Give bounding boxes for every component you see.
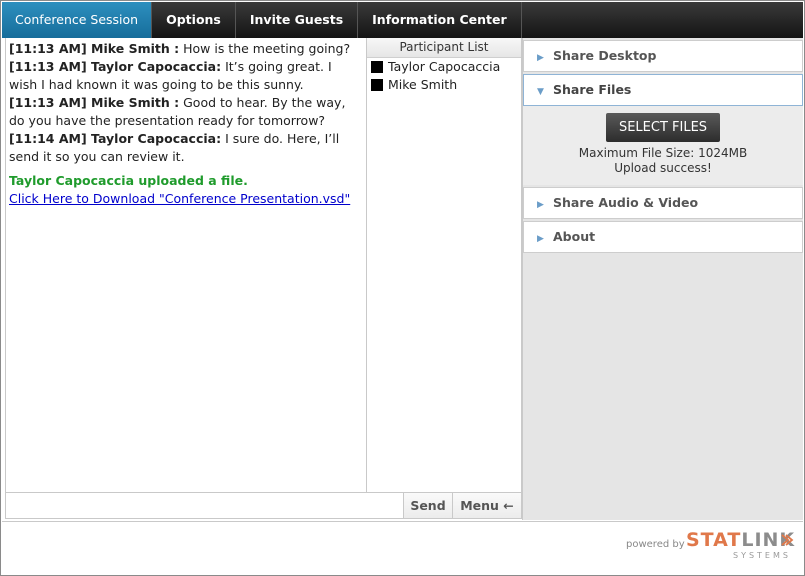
message-text: How is the meeting going? <box>183 41 351 56</box>
message-author: Mike Smith : <box>91 41 180 56</box>
share-files-header[interactable]: ▼ Share Files <box>523 74 803 106</box>
caret-down-icon: ▼ <box>537 87 544 97</box>
share-audio-video-label: Share Audio & Video <box>553 195 699 210</box>
participant-item[interactable]: Taylor Capocaccia <box>367 58 521 76</box>
about-label: About <box>553 229 596 244</box>
participant-item[interactable]: Mike Smith <box>367 76 521 94</box>
message-time: [11:13 AM] <box>9 95 87 110</box>
tab-information-center[interactable]: Information Center <box>358 2 522 38</box>
select-files-button[interactable]: SELECT FILES <box>605 113 721 142</box>
chat-log: [11:13 AM] Mike Smith : How is the meeti… <box>5 38 367 492</box>
message-time: [11:13 AM] <box>9 59 87 74</box>
caret-right-icon: ▶ <box>537 53 544 63</box>
message-time: [11:13 AM] <box>9 41 87 56</box>
message-time: [11:14 AM] <box>9 131 87 146</box>
share-files-panel: SELECT FILES Maximum File Size: 1024MB U… <box>523 106 803 185</box>
statlink-logo: STATLINK <box>686 529 796 551</box>
menu-button[interactable]: Menu ← <box>452 493 521 518</box>
upload-notice: Taylor Capocaccia uploaded a file. <box>9 173 248 188</box>
share-desktop-header[interactable]: ▶ Share Desktop <box>523 40 803 72</box>
powered-by-text: powered by <box>626 539 685 550</box>
download-link[interactable]: Click Here to Download "Conference Prese… <box>9 190 350 208</box>
logo-subtitle: SYSTEMS <box>733 551 791 560</box>
chat-message: [11:14 AM] Taylor Capocaccia: I sure do.… <box>9 130 363 166</box>
about-header[interactable]: ▶ About <box>523 221 803 253</box>
footer: powered by STATLINK SYSTEMS <box>2 521 803 575</box>
chat-message: [11:13 AM] Mike Smith : How is the meeti… <box>9 40 363 58</box>
caret-right-icon: ▶ <box>537 234 544 244</box>
participant-name: Mike Smith <box>388 77 458 92</box>
top-navigation: Conference Session Options Invite Guests… <box>2 2 803 38</box>
participant-list-title: Participant List <box>367 38 521 58</box>
chat-input-row: Send Menu ← <box>5 492 522 519</box>
share-audio-video-header[interactable]: ▶ Share Audio & Video <box>523 187 803 219</box>
message-author: Mike Smith : <box>91 95 180 110</box>
chat-message: [11:13 AM] Taylor Capocaccia: It’s going… <box>9 58 363 94</box>
app-window: Conference Session Options Invite Guests… <box>0 0 805 576</box>
participant-status-icon <box>371 79 383 91</box>
caret-right-icon: ▶ <box>537 200 544 210</box>
chat-message: [11:13 AM] Mike Smith : Good to hear. By… <box>9 94 363 130</box>
logo-arrow-icon <box>781 534 794 546</box>
upload-status: Upload success! <box>614 161 712 175</box>
tab-conference-session[interactable]: Conference Session <box>2 2 153 38</box>
max-file-size: Maximum File Size: 1024MB <box>578 146 748 160</box>
participant-panel: Participant List Taylor Capocaccia Mike … <box>367 38 522 492</box>
send-button[interactable]: Send <box>403 493 452 518</box>
tab-options[interactable]: Options <box>152 2 236 38</box>
chat-input[interactable] <box>6 493 403 518</box>
participant-name: Taylor Capocaccia <box>388 59 501 74</box>
participant-status-icon <box>371 61 383 73</box>
tab-invite-guests[interactable]: Invite Guests <box>236 2 359 38</box>
share-accordion: ▶ Share Desktop ▼ Share Files SELECT FILES… <box>522 38 803 520</box>
share-files-label: Share Files <box>553 82 632 97</box>
share-desktop-label: Share Desktop <box>553 48 657 63</box>
message-author: Taylor Capocaccia: <box>91 59 222 74</box>
message-author: Taylor Capocaccia: <box>91 131 222 146</box>
